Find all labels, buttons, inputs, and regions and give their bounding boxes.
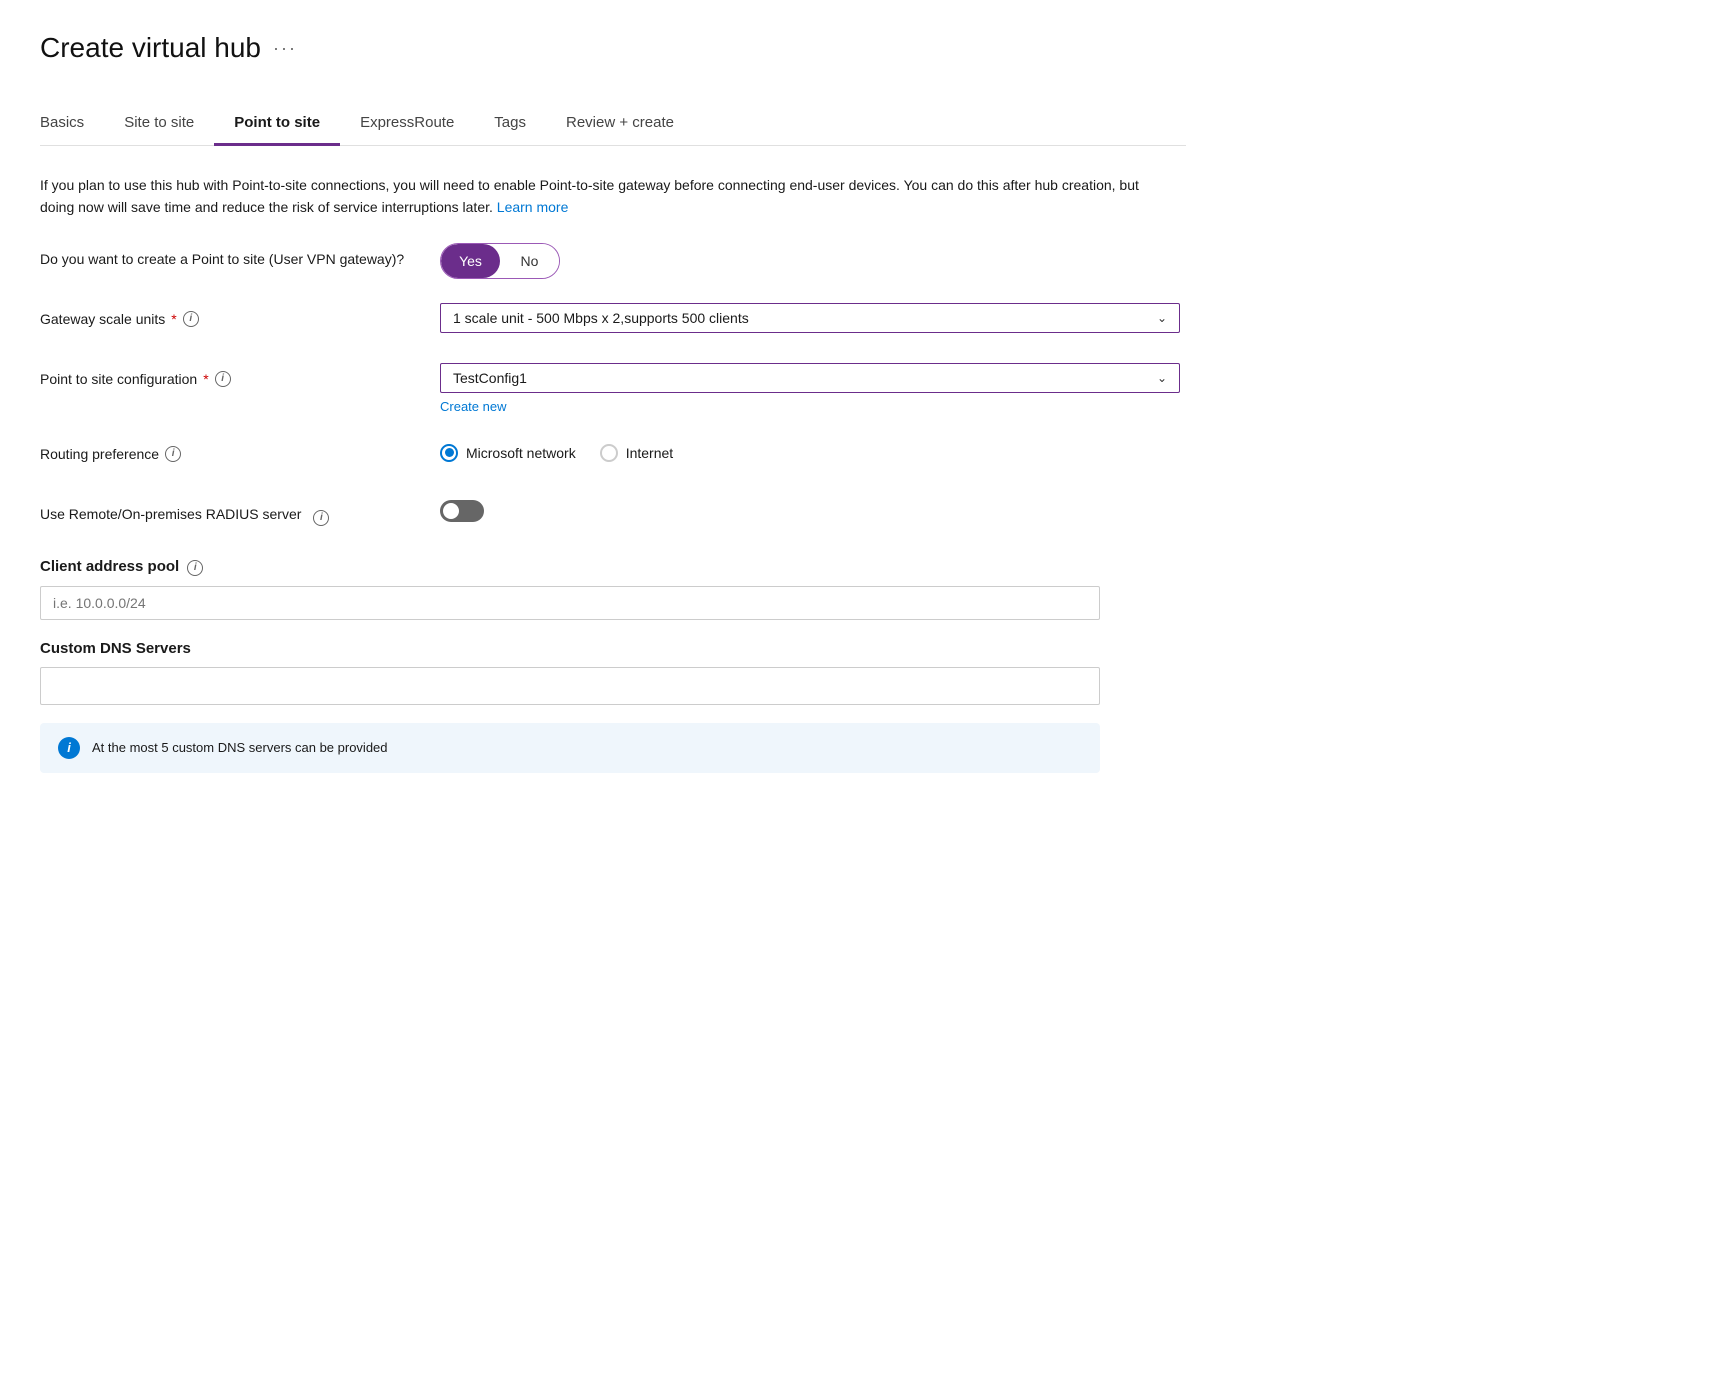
microsoft-network-option[interactable]: Microsoft network bbox=[440, 444, 576, 462]
radius-server-label: Use Remote/On-premises RADIUS server i bbox=[40, 498, 440, 526]
radius-info-icon[interactable]: i bbox=[313, 510, 329, 526]
gateway-scale-units-control: 1 scale unit - 500 Mbps x 2,supports 500… bbox=[440, 303, 1186, 333]
tab-tags[interactable]: Tags bbox=[474, 104, 546, 146]
point-to-site-config-dropdown[interactable]: TestConfig1 ⌄ bbox=[440, 363, 1180, 393]
routing-info-icon[interactable]: i bbox=[165, 446, 181, 462]
point-to-site-config-row: Point to site configuration * i TestConf… bbox=[40, 363, 1186, 414]
point-to-site-config-label: Point to site configuration * i bbox=[40, 363, 440, 390]
internet-radio[interactable] bbox=[600, 444, 618, 462]
client-address-pool-section: Client address pool i bbox=[40, 558, 1186, 620]
routing-preference-row: Routing preference i Microsoft network I… bbox=[40, 438, 1186, 474]
tab-basics[interactable]: Basics bbox=[40, 104, 104, 146]
internet-option[interactable]: Internet bbox=[600, 444, 673, 462]
dns-info-note: i At the most 5 custom DNS servers can b… bbox=[40, 723, 1100, 773]
tab-site-to-site[interactable]: Site to site bbox=[104, 104, 214, 146]
gateway-scale-units-row: Gateway scale units * i 1 scale unit - 5… bbox=[40, 303, 1186, 339]
routing-radio-group: Microsoft network Internet bbox=[440, 438, 1186, 462]
custom-dns-section: Custom DNS Servers i At the most 5 custo… bbox=[40, 640, 1186, 773]
gateway-scale-units-label: Gateway scale units * i bbox=[40, 303, 440, 330]
radius-server-row: Use Remote/On-premises RADIUS server i bbox=[40, 498, 1186, 534]
gateway-info-icon[interactable]: i bbox=[183, 311, 199, 327]
custom-dns-input[interactable] bbox=[40, 667, 1100, 705]
client-address-pool-info-icon[interactable]: i bbox=[187, 560, 203, 576]
gateway-required-marker: * bbox=[171, 309, 176, 330]
page-title: Create virtual hub bbox=[40, 32, 261, 64]
tab-review-create[interactable]: Review + create bbox=[546, 104, 694, 146]
client-address-pool-input[interactable] bbox=[40, 586, 1100, 620]
dns-info-icon: i bbox=[58, 737, 80, 759]
tab-expressroute[interactable]: ExpressRoute bbox=[340, 104, 474, 146]
custom-dns-label: Custom DNS Servers bbox=[40, 640, 1186, 657]
point-to-site-config-control: TestConfig1 ⌄ Create new bbox=[440, 363, 1186, 414]
create-new-link[interactable]: Create new bbox=[440, 399, 506, 414]
description-text: If you plan to use this hub with Point-t… bbox=[40, 174, 1140, 219]
config-required-marker: * bbox=[203, 369, 208, 390]
page-title-row: Create virtual hub ··· bbox=[40, 32, 1186, 64]
yes-no-toggle[interactable]: Yes No bbox=[440, 243, 560, 279]
create-point-to-site-row: Do you want to create a Point to site (U… bbox=[40, 243, 1186, 279]
create-point-to-site-control: Yes No bbox=[440, 243, 1186, 279]
config-dropdown-arrow: ⌄ bbox=[1157, 371, 1167, 385]
config-info-icon[interactable]: i bbox=[215, 371, 231, 387]
create-point-to-site-label: Do you want to create a Point to site (U… bbox=[40, 243, 440, 270]
yes-option[interactable]: Yes bbox=[441, 244, 500, 278]
page-title-ellipsis: ··· bbox=[273, 38, 297, 59]
learn-more-link[interactable]: Learn more bbox=[497, 199, 569, 215]
microsoft-network-radio[interactable] bbox=[440, 444, 458, 462]
gateway-scale-units-dropdown[interactable]: 1 scale unit - 500 Mbps x 2,supports 500… bbox=[440, 303, 1180, 333]
no-option[interactable]: No bbox=[500, 244, 559, 278]
dns-info-text: At the most 5 custom DNS servers can be … bbox=[92, 740, 388, 755]
client-address-pool-label: Client address pool i bbox=[40, 558, 1186, 576]
routing-preference-label: Routing preference i bbox=[40, 438, 440, 465]
routing-preference-control: Microsoft network Internet bbox=[440, 438, 1186, 462]
form-section: Do you want to create a Point to site (U… bbox=[40, 243, 1186, 773]
gateway-dropdown-arrow: ⌄ bbox=[1157, 311, 1167, 325]
tab-point-to-site[interactable]: Point to site bbox=[214, 104, 340, 146]
radius-server-control bbox=[440, 498, 1186, 522]
radius-toggle[interactable] bbox=[440, 500, 484, 522]
tab-bar: Basics Site to site Point to site Expres… bbox=[40, 104, 1186, 146]
